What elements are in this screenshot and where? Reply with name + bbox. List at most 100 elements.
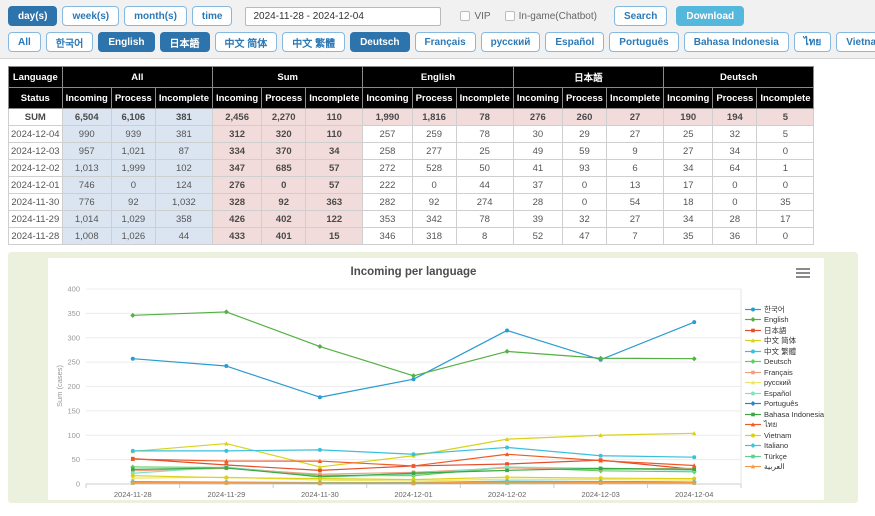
legend-item-10[interactable]: Bahasa Indonesia (745, 409, 824, 420)
legend-item-9[interactable]: Português (745, 399, 824, 410)
legend-item-4[interactable]: 中文 繁體 (745, 346, 824, 357)
legend-item-1[interactable]: English (745, 315, 824, 326)
table-sub-header: Incoming (363, 88, 412, 109)
legend-marker-icon (745, 358, 761, 365)
legend-item-13[interactable]: Italiano (745, 441, 824, 452)
value-cell: 44 (155, 228, 212, 245)
period-button-weeks[interactable]: week(s) (62, 6, 119, 26)
value-cell: 334 (212, 143, 261, 160)
legend-item-15[interactable]: العربية (745, 462, 824, 473)
y-tick-label: 200 (67, 382, 80, 391)
language-filter-button[interactable]: Bahasa Indonesia (684, 32, 789, 52)
legend-item-2[interactable]: 日本語 (745, 325, 824, 336)
legend-marker-icon (745, 379, 761, 386)
language-filter-button[interactable]: русский (481, 32, 541, 52)
language-filter-button[interactable]: Vietnam (836, 32, 875, 52)
row-label-cell: SUM (9, 109, 63, 126)
value-cell: 1,026 (111, 228, 155, 245)
language-filter-button[interactable]: 中文 繁體 (282, 32, 345, 52)
table-sub-header: Incoming (664, 88, 713, 109)
legend-marker-icon (745, 453, 761, 460)
date-range-input[interactable] (245, 7, 441, 26)
value-cell: 381 (155, 126, 212, 143)
legend-marker-icon (745, 411, 761, 418)
search-button[interactable]: Search (614, 6, 667, 26)
value-cell: 0 (262, 177, 306, 194)
legend-item-12[interactable]: Vietnam (745, 430, 824, 441)
value-cell: 44 (456, 177, 513, 194)
value-cell: 6,504 (62, 109, 111, 126)
legend-item-11[interactable]: ไทย (745, 420, 824, 431)
language-filter-button[interactable]: All (8, 32, 41, 52)
value-cell: 1,013 (62, 160, 111, 177)
value-cell: 34 (306, 143, 363, 160)
value-cell: 5 (757, 126, 814, 143)
checkbox-label: VIP (474, 11, 490, 22)
value-cell: 990 (62, 126, 111, 143)
language-filter-button[interactable]: 日本語 (160, 32, 210, 52)
legend-item-0[interactable]: 한국어 (745, 304, 824, 315)
legend-item-8[interactable]: Español (745, 388, 824, 399)
period-button-time[interactable]: time (192, 6, 233, 26)
value-cell: 328 (212, 194, 261, 211)
language-filter-button[interactable]: Português (609, 32, 678, 52)
value-cell: 25 (456, 143, 513, 160)
table-sub-header: Incomplete (306, 88, 363, 109)
row-label-cell: 2024-12-03 (9, 143, 63, 160)
checkbox-box-icon[interactable] (460, 11, 470, 21)
language-filter-button[interactable]: Français (415, 32, 476, 52)
table-group-header: 日本語 (513, 67, 663, 88)
table-sub-header: Incoming (212, 88, 261, 109)
legend-marker-icon (745, 463, 761, 470)
value-cell: 92 (262, 194, 306, 211)
legend-label: Italiano (764, 441, 788, 450)
language-filter-button[interactable]: Español (545, 32, 604, 52)
row-label-cell: 2024-11-28 (9, 228, 63, 245)
value-cell: 1,032 (155, 194, 212, 211)
value-cell: 32 (713, 126, 757, 143)
legend-marker-icon (745, 369, 761, 376)
legend-item-5[interactable]: Deutsch (745, 357, 824, 368)
value-cell: 34 (713, 143, 757, 160)
checkbox-ingamechatbot[interactable]: In-game(Chatbot) (505, 11, 597, 22)
value-cell: 320 (262, 126, 306, 143)
language-filter-button[interactable]: ไทย (794, 32, 831, 52)
period-button-days[interactable]: day(s) (8, 6, 57, 26)
row-label-cell: 2024-12-02 (9, 160, 63, 177)
value-cell: 939 (111, 126, 155, 143)
value-cell: 64 (713, 160, 757, 177)
value-cell: 0 (757, 228, 814, 245)
legend-label: 中文 简体 (764, 335, 796, 346)
language-filter-button[interactable]: 한국어 (46, 32, 94, 52)
value-cell: 746 (62, 177, 111, 194)
table-row: 2024-11-291,0141,02935842640212235334278… (9, 211, 814, 228)
legend-item-7[interactable]: русский (745, 378, 824, 389)
language-filter-button[interactable]: English (98, 32, 154, 52)
value-cell: 1 (757, 160, 814, 177)
value-cell: 87 (155, 143, 212, 160)
period-button-months[interactable]: month(s) (124, 6, 187, 26)
language-filter-button[interactable]: Deutsch (350, 32, 409, 52)
value-cell: 342 (412, 211, 456, 228)
value-cell: 358 (155, 211, 212, 228)
table-row: 2024-12-017460124276057222044370131700 (9, 177, 814, 194)
value-cell: 363 (306, 194, 363, 211)
value-cell: 110 (306, 109, 363, 126)
legend-item-6[interactable]: Français (745, 367, 824, 378)
language-filter-button[interactable]: 中文 简体 (215, 32, 278, 52)
checkbox-box-icon[interactable] (505, 11, 515, 21)
value-cell: 34 (664, 211, 713, 228)
legend-label: русский (764, 378, 791, 387)
legend-item-14[interactable]: Türkçe (745, 451, 824, 462)
value-cell: 0 (757, 143, 814, 160)
value-cell: 92 (111, 194, 155, 211)
chart-card: Incoming per language 050100150200250300… (48, 258, 824, 500)
download-button[interactable]: Download (676, 6, 744, 26)
checkbox-vip[interactable]: VIP (460, 11, 490, 22)
value-cell: 32 (562, 211, 606, 228)
value-cell: 27 (606, 211, 663, 228)
x-tick-label: 2024-12-01 (394, 490, 432, 499)
value-cell: 1,014 (62, 211, 111, 228)
value-cell: 102 (155, 160, 212, 177)
legend-item-3[interactable]: 中文 简体 (745, 336, 824, 347)
